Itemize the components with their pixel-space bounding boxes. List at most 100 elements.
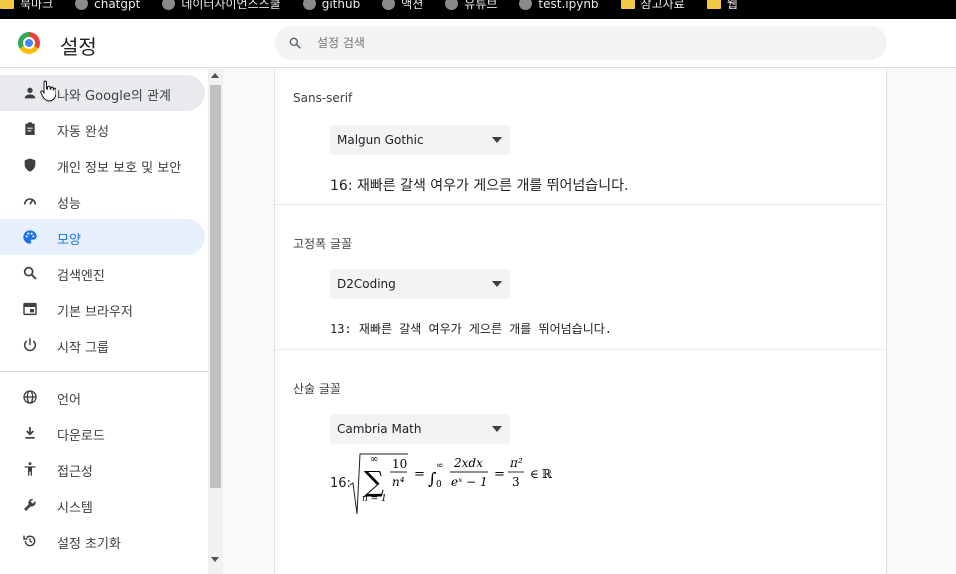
sidebar-item-label: 시스템	[57, 501, 93, 516]
accessibility-icon	[21, 460, 39, 478]
section-divider	[275, 204, 886, 205]
scroll-up-arrow-icon[interactable]	[211, 73, 219, 78]
bookmark-label: github	[321, 0, 361, 11]
sidebar: 나와 Google의 관계 자동 완성 개인 정보 보호 및 보안 성능 모양 …	[0, 69, 208, 574]
clipboard-icon	[21, 120, 39, 138]
sidebar-item-reset[interactable]: 설정 초기화	[0, 523, 205, 559]
sidebar-item-you-and-google[interactable]: 나와 Google의 관계	[0, 75, 205, 111]
svg-text:0: 0	[436, 480, 442, 490]
search-box[interactable]	[275, 26, 887, 60]
math-sample: 16: ∞ ∑ n = 1 10 n⁴ = ∫ ∞ 0 2xdx eˣ − 1 …	[330, 452, 570, 522]
sidebar-item-privacy[interactable]: 개인 정보 보호 및 보안	[0, 147, 205, 183]
sidebar-item-label: 언어	[57, 393, 81, 408]
svg-text:n = 1: n = 1	[362, 494, 387, 504]
math-sample-prefix: 16:	[330, 476, 351, 491]
power-icon	[21, 336, 39, 354]
sans-serif-label: Sans-serif	[293, 91, 353, 105]
folder-icon	[0, 0, 14, 9]
selected-font: D2Coding	[337, 277, 396, 291]
sidebar-item-system[interactable]: 시스템	[0, 487, 205, 523]
bookmark-item[interactable]: chatgpt	[75, 0, 140, 10]
svg-text:=: =	[414, 467, 425, 482]
sidebar-item-default-browser[interactable]: 기본 브라우저	[0, 291, 205, 327]
sidebar-item-label: 기본 브라우저	[57, 305, 133, 320]
sans-serif-sample: 16: 재빠른 갈색 여우가 게으른 개를 뛰어넘습니다.	[330, 178, 629, 194]
globe-icon	[21, 388, 39, 406]
bookmark-item[interactable]: 데이터사이언스스쿨	[162, 0, 281, 11]
svg-text:∞: ∞	[370, 454, 378, 465]
sidebar-item-label: 개인 정보 보호 및 보안	[57, 161, 182, 176]
sidebar-item-on-startup[interactable]: 시작 그룹	[0, 327, 205, 363]
palette-icon	[21, 228, 39, 246]
history-icon	[21, 532, 39, 550]
calendar-icon	[445, 0, 459, 10]
bookmark-label: 북마크	[20, 0, 54, 11]
svg-text:∈: ∈	[530, 467, 539, 481]
bookmark-item[interactable]: github	[302, 0, 361, 11]
dropdown-arrow-icon	[492, 281, 502, 287]
bookmark-label: chatgpt	[94, 0, 141, 11]
fonts-settings-card: Sans-serif Malgun Gothic 16: 재빠른 갈색 여우가 …	[274, 69, 887, 574]
github-icon	[302, 0, 316, 10]
svg-text:3: 3	[512, 475, 520, 489]
sidebar-item-accessibility[interactable]: 접근성	[0, 451, 205, 487]
web-icon	[162, 0, 176, 10]
bookmark-item[interactable]: 참고자료	[620, 0, 685, 11]
sidebar-item-autofill[interactable]: 자동 완성	[0, 111, 205, 147]
browser-icon	[21, 300, 39, 318]
math-formula-image: 16: ∞ ∑ n = 1 10 n⁴ = ∫ ∞ 0 2xdx eˣ − 1 …	[330, 453, 553, 515]
sidebar-item-downloads[interactable]: 다운로드	[0, 415, 205, 451]
sidebar-item-label: 접근성	[57, 465, 93, 480]
bookmark-item[interactable]: 웹	[706, 0, 738, 11]
svg-text:ℝ: ℝ	[542, 467, 553, 481]
gear-icon	[382, 0, 396, 10]
math-font-select[interactable]: Cambria Math	[330, 414, 510, 444]
page-title: 설정	[60, 35, 97, 59]
svg-text:eˣ − 1: eˣ − 1	[451, 475, 488, 489]
download-icon	[21, 424, 39, 442]
svg-text:π²: π²	[509, 456, 523, 470]
sidebar-item-search-engine[interactable]: 검색엔진	[0, 255, 205, 291]
chatgpt-icon	[75, 0, 89, 10]
bookmark-label: 데이터사이언스스쿨	[181, 0, 281, 11]
svg-text:n⁴: n⁴	[392, 475, 405, 489]
sidebar-item-languages[interactable]: 언어	[0, 379, 205, 415]
colab-icon	[519, 0, 533, 10]
search-icon	[289, 37, 301, 49]
math-font-label: 산술 글꼴	[293, 382, 341, 396]
sidebar-item-label: 모양	[57, 233, 81, 248]
sidebar-divider	[0, 371, 208, 372]
bookmark-item[interactable]: 북마크	[0, 0, 53, 10]
wrench-icon	[21, 496, 39, 514]
bookmark-label: 웹	[726, 0, 738, 11]
fixed-width-sample: 13: 재빠른 갈색 여우가 게으른 개를 뛰어넘습니다.	[330, 322, 613, 336]
chrome-logo-icon	[18, 32, 40, 54]
dropdown-arrow-icon	[492, 426, 502, 432]
fixed-width-font-select[interactable]: D2Coding	[330, 269, 510, 299]
folder-icon	[706, 0, 721, 9]
sidebar-item-label: 설정 초기화	[57, 537, 121, 552]
dropdown-arrow-icon	[492, 137, 502, 143]
sidebar-item-appearance[interactable]: 모양	[0, 219, 205, 255]
selected-font: Malgun Gothic	[337, 133, 424, 147]
sidebar-item-label: 시작 그룹	[57, 341, 109, 356]
sidebar-scrollbar[interactable]	[208, 69, 223, 574]
bookmark-item[interactable]: 액션	[382, 0, 423, 10]
search-input[interactable]	[317, 26, 857, 60]
folder-icon	[620, 0, 635, 9]
bookmark-label: 유튜브	[464, 0, 498, 11]
bookmark-label: 참고자료	[640, 0, 685, 11]
section-divider	[275, 349, 886, 350]
bookmark-label: 액션	[401, 0, 424, 11]
sans-serif-font-select[interactable]: Malgun Gothic	[330, 125, 510, 155]
person-icon	[21, 84, 39, 102]
sidebar-item-label: 자동 완성	[57, 125, 109, 140]
scroll-down-arrow-icon[interactable]	[211, 557, 219, 562]
sidebar-item-label: 성능	[57, 197, 81, 212]
sidebar-item-performance[interactable]: 성능	[0, 183, 205, 219]
scrollbar-thumb[interactable]	[210, 85, 221, 488]
speed-icon	[21, 192, 39, 210]
bookmark-item[interactable]: test.ipynb	[519, 0, 599, 11]
bookmark-item[interactable]: 유튜브	[445, 0, 497, 10]
bookmark-label: test.ipynb	[538, 0, 599, 11]
